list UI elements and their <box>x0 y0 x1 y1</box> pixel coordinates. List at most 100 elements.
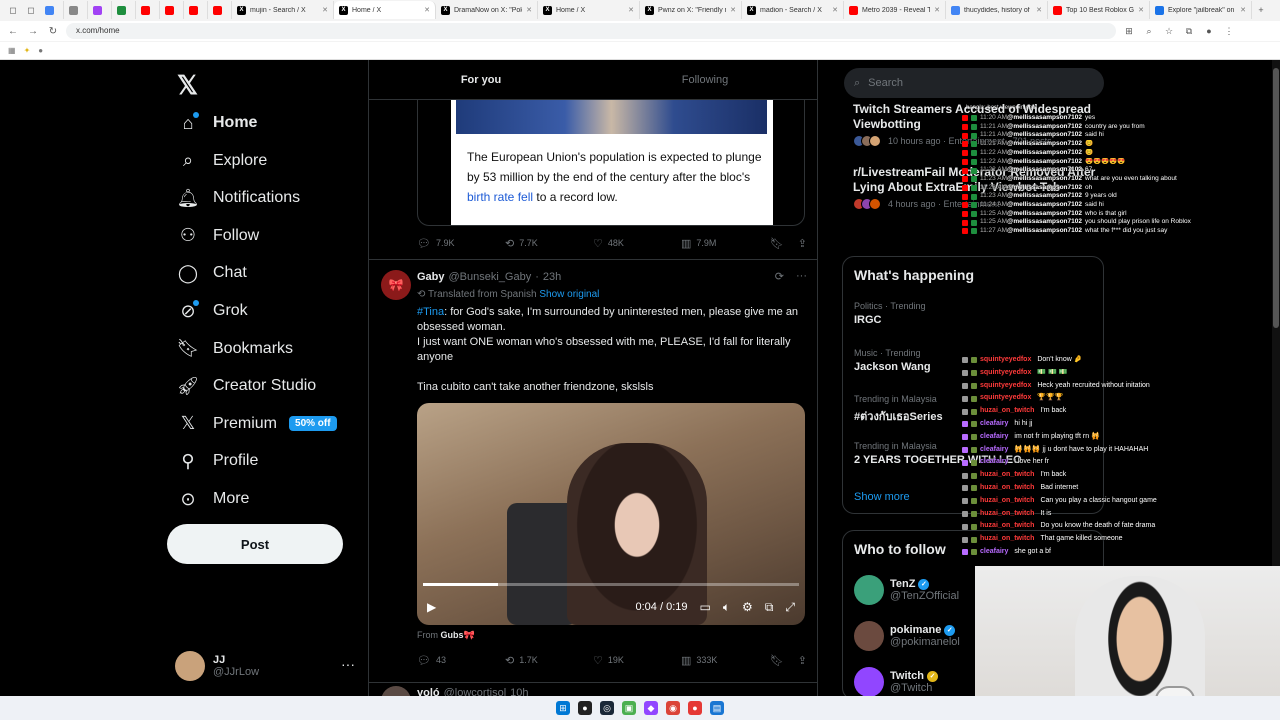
browser-tab[interactable]: Top 10 Best Roblox Gam...✕ <box>1048 1 1150 19</box>
share-icon[interactable]: ⇪ <box>798 654 807 667</box>
follow-suggestion[interactable]: pokimane ✓ @pokimanelol <box>854 621 960 651</box>
fullscreen-icon[interactable]: ⤢ <box>785 600 795 615</box>
link-card[interactable]: The European Union's population is expec… <box>417 100 805 226</box>
avatar[interactable]: 🎀 <box>381 270 411 300</box>
nav-item-follow[interactable]: ⚇ Follow <box>177 221 259 251</box>
follow-name[interactable]: pokimane <box>890 624 941 636</box>
hashtag-link[interactable]: #Tina <box>417 306 444 318</box>
app-icon[interactable]: ● <box>578 701 592 715</box>
follow-name[interactable]: Twitch <box>890 670 924 682</box>
nav-item-creator-studio[interactable]: 🚀︎ Creator Studio <box>177 371 317 401</box>
bookmark-icon[interactable]: 🔖︎ <box>770 654 784 667</box>
views-button[interactable]: ▥ 7.9M <box>681 237 769 250</box>
app-icon[interactable]: ▤ <box>710 701 724 715</box>
browser-tab[interactable]: Metro 2039 - Reveal Tr...✕ <box>844 1 946 19</box>
bookmark-icon[interactable]: ● <box>38 46 43 55</box>
like-button[interactable]: ♡ 48K <box>593 237 681 250</box>
profile-avatar-icon[interactable]: ● <box>1202 26 1216 36</box>
close-tab-icon[interactable]: ✕ <box>934 6 940 14</box>
tweet-time[interactable]: 10h <box>510 687 528 696</box>
star-icon[interactable]: ☆ <box>1162 26 1176 37</box>
close-tab-icon[interactable]: ✕ <box>1138 6 1144 14</box>
avatar[interactable] <box>854 621 884 651</box>
repost-button[interactable]: ⟲ 1.7K <box>505 654 593 667</box>
chrome-icon[interactable]: ◉ <box>666 701 680 715</box>
browser-tab[interactable] <box>184 1 208 19</box>
browser-tab[interactable]: Explore "jailbreak" on R...✕ <box>1150 1 1252 19</box>
browser-tab[interactable] <box>112 1 136 19</box>
follow-suggestion[interactable]: TenZ ✓ @TenZOfficial <box>854 575 959 605</box>
reply-button[interactable]: 💬︎ 7.9K <box>417 237 505 250</box>
volume-icon[interactable]: 🔈︎ <box>723 600 730 615</box>
nav-item-bookmarks[interactable]: 🔖︎ Bookmarks <box>177 334 293 364</box>
browser-tab[interactable] <box>64 1 88 19</box>
browser-tab[interactable] <box>136 1 160 19</box>
more-icon[interactable]: ··· <box>341 656 355 672</box>
bookmark-icon[interactable]: 🔖︎ <box>770 237 784 250</box>
nav-item-grok[interactable]: ⊘ Grok <box>177 296 248 326</box>
avatar[interactable] <box>381 686 411 696</box>
browser-tab[interactable]: XPwnz on X: "Friendly rem...✕ <box>640 1 742 19</box>
search-input[interactable]: ⌕ Search <box>844 68 1104 98</box>
browser-tab[interactable]: Xmadion - Search / X ✕ <box>742 1 844 19</box>
bookmark-icon[interactable]: ✦ <box>24 46 31 55</box>
url-field[interactable]: x.com/home <box>66 23 1116 39</box>
close-tab-icon[interactable]: ✕ <box>322 6 328 14</box>
close-tab-icon[interactable]: ✕ <box>526 6 532 14</box>
captions-icon[interactable]: ▭ <box>700 600 711 614</box>
browser-tab[interactable] <box>40 1 64 19</box>
source-author-link[interactable]: Gubs🎀 <box>441 630 475 640</box>
tweet-time[interactable]: 23h <box>543 271 561 283</box>
repost-button[interactable]: ⟲ 7.7K <box>505 237 593 250</box>
browser-tab[interactable]: XDramaNow on X: "Poki...✕ <box>436 1 538 19</box>
back-icon[interactable]: ← <box>6 26 20 37</box>
play-icon[interactable]: ▶ <box>427 600 436 614</box>
author-name[interactable]: Gaby <box>417 271 445 283</box>
browser-tab[interactable]: Xmujin - Search / X ✕ <box>232 1 334 19</box>
tab-for-you[interactable]: For you <box>369 60 593 99</box>
close-tab-icon[interactable]: ✕ <box>832 6 838 14</box>
show-more-link[interactable]: Show more <box>854 491 910 503</box>
forward-icon[interactable]: → <box>26 26 40 37</box>
nav-item-profile[interactable]: ⚲ Profile <box>177 446 258 476</box>
browser-tab[interactable] <box>160 1 184 19</box>
zoom-icon[interactable]: ⌕ <box>1142 26 1156 37</box>
browser-tab[interactable]: thucydides, history of ... ✕ <box>946 1 1048 19</box>
reload-icon[interactable]: ↻ <box>46 26 60 37</box>
app-icon[interactable]: ◆ <box>644 701 658 715</box>
author-handle[interactable]: @Bunseki_Gaby <box>449 271 532 283</box>
video-player[interactable]: ▶ 0:04 / 0:19 ▭ 🔈︎ ⚙ ⧉ ⤢ <box>417 403 805 625</box>
close-tab-icon[interactable]: ✕ <box>424 6 430 14</box>
tab-search-icon[interactable]: ◻ <box>22 2 40 18</box>
nav-item-chat[interactable]: ◯ Chat <box>177 258 247 288</box>
avatar[interactable] <box>854 575 884 605</box>
nav-item-explore[interactable]: ⌕ Explore <box>177 146 267 176</box>
steam-icon[interactable]: ◎ <box>600 701 614 715</box>
menu-icon[interactable]: ⋮ <box>1222 26 1236 37</box>
app-icon[interactable]: ● <box>688 701 702 715</box>
close-tab-icon[interactable]: ✕ <box>730 6 736 14</box>
follow-suggestion[interactable]: Twitch ✓ @Twitch <box>854 667 939 696</box>
follow-name[interactable]: TenZ <box>890 578 915 590</box>
like-button[interactable]: ♡ 19K <box>593 654 681 667</box>
share-icon[interactable]: ⇪ <box>798 237 807 250</box>
show-original-link[interactable]: Show original <box>539 289 599 300</box>
nav-item-notifications[interactable]: 🔔︎ Notifications <box>177 183 301 213</box>
trend-item[interactable]: Politics · Trending IRGC <box>854 301 1094 326</box>
close-tab-icon[interactable]: ✕ <box>1240 6 1246 14</box>
views-button[interactable]: ▥ 333K <box>681 654 769 667</box>
more-icon[interactable]: ··· <box>796 270 807 283</box>
pip-icon[interactable]: ⧉ <box>765 600 774 615</box>
grok-icon[interactable]: ⟳ <box>775 270 784 283</box>
nav-item-home[interactable]: ⌂ Home <box>177 108 257 138</box>
nav-item-more[interactable]: ⊙ More <box>177 484 249 514</box>
apps-icon[interactable]: ▦ <box>8 46 16 55</box>
browser-tab[interactable] <box>208 1 232 19</box>
app-icon[interactable]: ▣ <box>622 701 636 715</box>
video-progress-bar[interactable] <box>423 583 799 586</box>
avatar[interactable] <box>854 667 884 696</box>
close-tab-icon[interactable]: ✕ <box>1036 6 1042 14</box>
post-button[interactable]: Post <box>167 524 343 564</box>
reply-button[interactable]: 💬︎ 43 <box>417 654 505 667</box>
window-menu-icon[interactable]: ◻ <box>4 2 22 18</box>
